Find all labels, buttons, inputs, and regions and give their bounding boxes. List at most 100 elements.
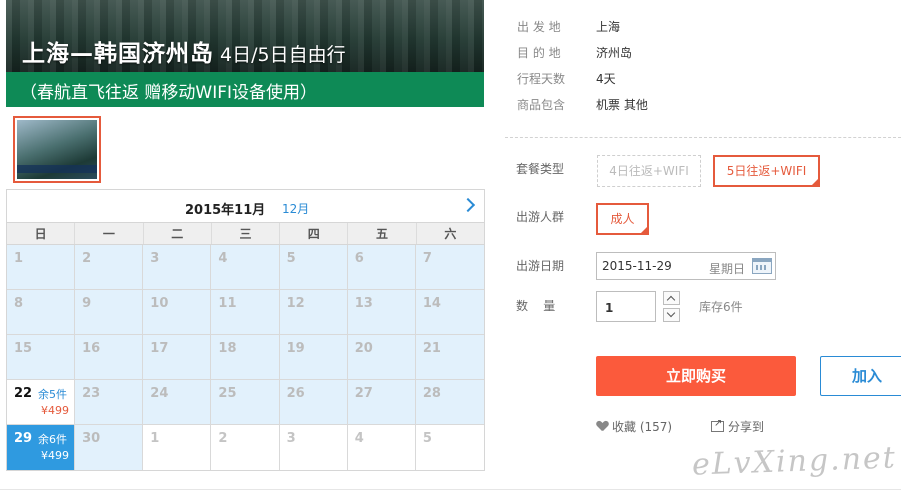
calendar-icon[interactable]	[752, 258, 772, 274]
day-number: 9	[82, 296, 92, 311]
day-number: 17	[150, 341, 169, 356]
day-number: 3	[286, 431, 296, 446]
day-number: 27	[354, 386, 373, 401]
info-label: 出 发 地	[517, 20, 561, 34]
buy-now-button[interactable]: 立即购买	[596, 356, 796, 396]
calendar-day: 7	[415, 245, 484, 290]
calendar-day: 11	[211, 290, 280, 335]
calendar-day: 3	[279, 425, 348, 470]
day-price: ¥499	[41, 404, 69, 417]
day-number: 26	[286, 386, 305, 401]
calendar-day: 12	[279, 290, 348, 335]
day-number: 28	[422, 386, 441, 401]
package-option-5day[interactable]: 5日往返+WIFI	[713, 155, 820, 187]
banner-title: 上海—韩国济州岛 4日/5日自由行	[22, 34, 346, 68]
day-number: 25	[218, 386, 237, 401]
date-value: 2015-11-29	[602, 259, 672, 273]
day-number: 18	[218, 341, 237, 356]
calendar-day: 18	[211, 335, 280, 380]
day-number: 2	[218, 431, 228, 446]
calendar-day: 1	[143, 425, 212, 470]
calendar-day: 4	[211, 245, 280, 290]
calendar-day: 13	[347, 290, 416, 335]
quantity-decrease-button[interactable]	[663, 308, 680, 322]
day-stock: 余5件	[38, 388, 67, 401]
travel-date-label: 出游日期	[516, 259, 565, 273]
share-link[interactable]: 分享到	[711, 418, 764, 435]
day-number: 12	[286, 296, 305, 311]
weekday-label: 日	[7, 223, 76, 244]
banner-title-main: 上海—韩国济州岛	[22, 41, 214, 67]
day-number: 11	[218, 296, 237, 311]
weekday-label: 三	[212, 223, 281, 244]
day-number: 20	[354, 341, 373, 356]
weekday-header: 日 一 二 三 四 五 六	[7, 223, 484, 245]
package-option-4day[interactable]: 4日往返+WIFI	[597, 155, 701, 187]
day-number: 2	[82, 251, 92, 266]
day-number: 24	[150, 386, 169, 401]
day-number: 30	[82, 431, 101, 446]
calendar-day: 15	[7, 335, 76, 380]
day-number: 8	[14, 296, 24, 311]
calendar-day: 17	[143, 335, 212, 380]
date-weekday: 星期日	[709, 262, 746, 276]
chevron-right-icon[interactable]	[462, 196, 476, 214]
calendar-day: 14	[415, 290, 484, 335]
stock-remaining: 库存6件	[699, 300, 743, 314]
favorite-count: 收藏 (157)	[612, 420, 673, 434]
day-number: 23	[82, 386, 101, 401]
calendar-day: 9	[75, 290, 144, 335]
calendar-day: 24	[143, 380, 212, 425]
day-number: 6	[354, 251, 364, 266]
quantity-label: 数 量	[516, 299, 556, 313]
calendar-day: 30	[75, 425, 144, 470]
day-number: 19	[286, 341, 305, 356]
package-type-label: 套餐类型	[516, 162, 565, 176]
quantity-input[interactable]: 1	[596, 291, 656, 322]
calendar-day: 28	[415, 380, 484, 425]
calendar-grid: 1 2 3 4 5 6 7 8 9 10 11 12 13 14 15 16 17 18 19 20 21 22 余5件 ¥4…	[7, 245, 484, 470]
day-number: 13	[354, 296, 373, 311]
calendar-day[interactable]: 29 余6件 ¥499	[7, 425, 76, 470]
traveler-option-adult[interactable]: 成人	[596, 203, 649, 235]
calendar-day: 21	[415, 335, 484, 380]
day-number: 1	[14, 251, 24, 266]
section-divider	[505, 137, 901, 138]
next-month-link[interactable]: 12月	[282, 200, 309, 217]
info-value: 4天	[596, 72, 616, 86]
share-icon	[711, 418, 724, 432]
day-price: ¥499	[41, 449, 69, 462]
add-to-cart-button[interactable]: 加入	[820, 356, 901, 396]
day-number: 4	[218, 251, 228, 266]
info-label: 商品包含	[517, 98, 566, 112]
day-number: 1	[150, 431, 160, 446]
bottom-divider	[0, 489, 901, 490]
calendar-day: 4	[347, 425, 416, 470]
calendar-day: 3	[143, 245, 212, 290]
day-number: 14	[422, 296, 441, 311]
day-number: 22	[14, 386, 33, 401]
product-banner: 上海—韩国济州岛 4日/5日自由行 （春航直飞往返 赠移动WIFI设备使用）	[6, 0, 484, 107]
calendar-day: 8	[7, 290, 76, 335]
day-number: 4	[354, 431, 364, 446]
day-number: 15	[14, 341, 33, 356]
calendar-day: 23	[75, 380, 144, 425]
info-value: 机票 其他	[596, 98, 648, 112]
calendar-header: 2015年11月 12月	[7, 190, 484, 223]
banner-strip: （春航直飞往返 赠移动WIFI设备使用）	[6, 72, 484, 107]
site-watermark: eLvXing.net	[691, 440, 898, 483]
favorite-link[interactable]: 收藏 (157)	[597, 418, 672, 435]
thumbnail-image	[17, 120, 97, 179]
quantity-increase-button[interactable]	[663, 291, 680, 305]
day-number: 21	[422, 341, 441, 356]
travel-date-input[interactable]: 2015-11-29 星期日	[596, 252, 776, 280]
info-label: 目 的 地	[517, 46, 561, 60]
calendar-day: 19	[279, 335, 348, 380]
gallery-thumbnail[interactable]	[13, 116, 101, 183]
date-calendar: 2015年11月 12月 日 一 二 三 四 五 六 1 2 3 4 5 6 7 8 9 10 11…	[6, 189, 485, 471]
calendar-day[interactable]: 22 余5件 ¥499	[7, 380, 76, 425]
calendar-day: 6	[347, 245, 416, 290]
calendar-day: 2	[75, 245, 144, 290]
day-number: 29	[14, 431, 33, 446]
calendar-day: 5	[415, 425, 484, 470]
